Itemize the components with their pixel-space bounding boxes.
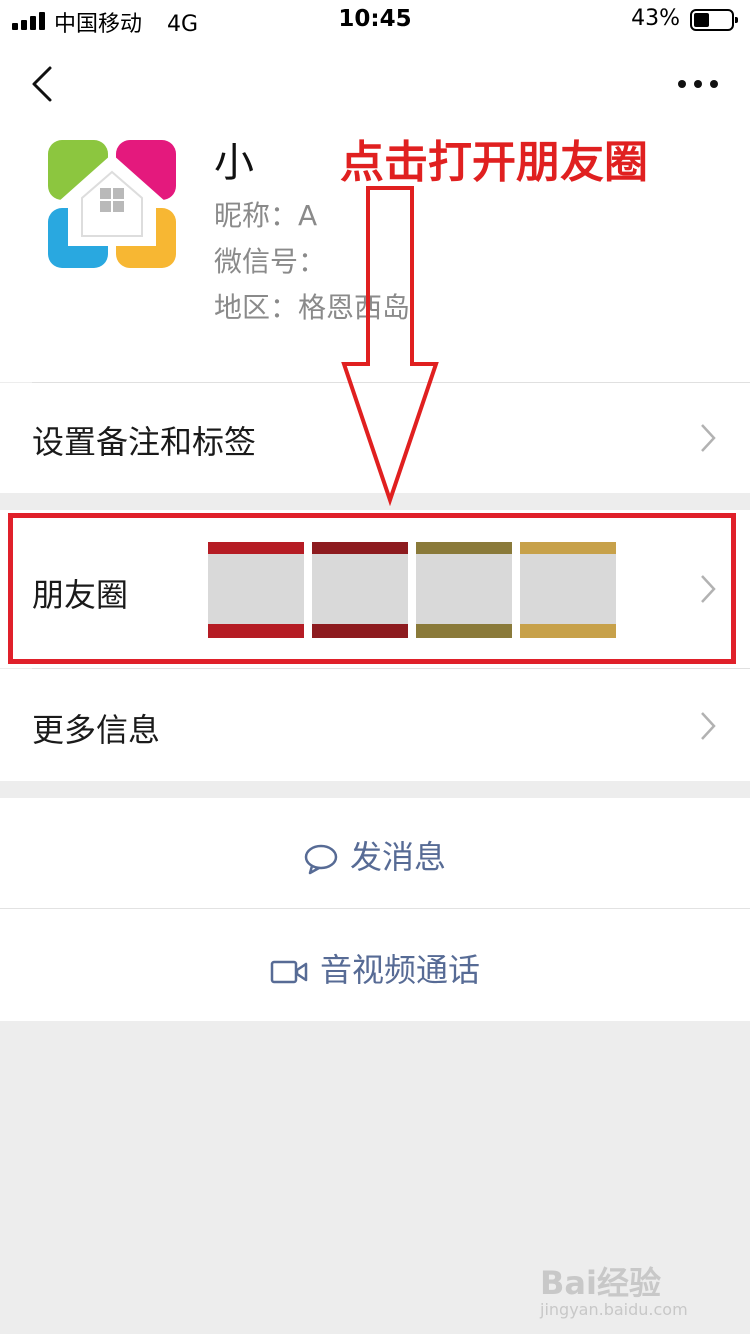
more-button[interactable] [674, 72, 722, 96]
battery-fill [694, 13, 709, 27]
profile-name: 小 [214, 140, 254, 186]
send-message-button[interactable]: 发消息 [0, 798, 750, 908]
chevron-right-icon [701, 712, 716, 740]
down-arrow-annotation [341, 186, 439, 506]
video-camera-icon [270, 960, 308, 984]
wechat-id-line: 微信号： [214, 240, 326, 280]
chevron-left-icon [32, 66, 52, 102]
remark-tags-label: 设置备注和标签 [32, 423, 257, 461]
send-message-label: 发消息 [349, 838, 446, 876]
back-button[interactable] [24, 62, 64, 106]
highlight-box [8, 513, 736, 664]
battery-icon [690, 9, 738, 31]
avatar[interactable] [46, 138, 178, 270]
annotation-text: 点击打开朋友圈 [340, 137, 648, 188]
wechat-id-label: 微信号： [214, 245, 327, 278]
video-call-label: 音视频通话 [319, 951, 480, 989]
nickname-line: 昵称：A [214, 194, 317, 234]
watermark-url: jingyan.baidu.com [540, 1300, 688, 1319]
battery-percent: 43% [631, 6, 680, 31]
chat-bubble-icon [304, 844, 338, 875]
ellipsis-icon [678, 80, 718, 88]
chevron-right-icon [701, 424, 716, 452]
video-call-button[interactable]: 音视频通话 [0, 909, 750, 1021]
status-bar: 中国移动 4G 10:45 43% [0, 0, 750, 42]
region-label: 地区： [214, 291, 299, 324]
nickname-label: 昵称： [214, 199, 299, 232]
watermark-brand: Bai经验 [540, 1264, 661, 1302]
baidu-watermark: Bai经验 jingyan.baidu.com [540, 1254, 710, 1324]
nickname-value: A [298, 199, 318, 232]
more-info-row[interactable]: 更多信息 [0, 669, 750, 781]
more-info-label: 更多信息 [32, 711, 161, 749]
